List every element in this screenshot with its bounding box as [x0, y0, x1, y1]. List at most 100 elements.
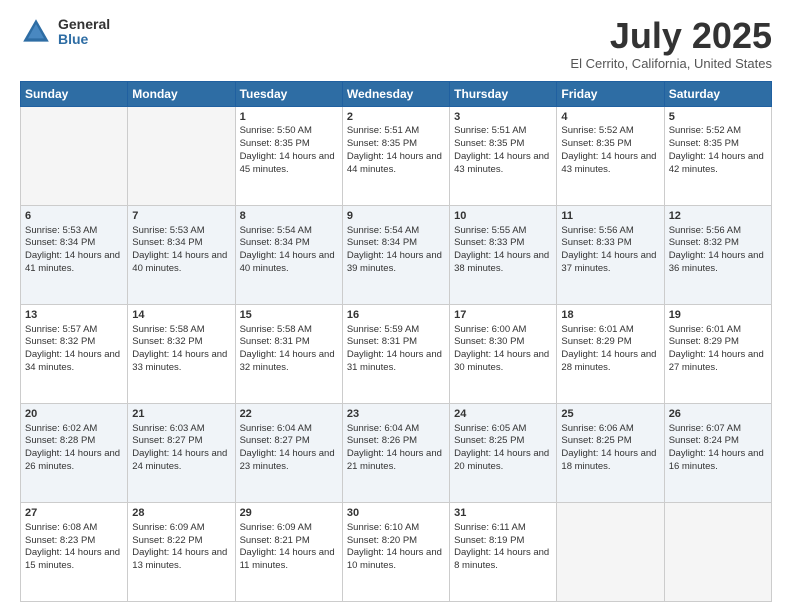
sunset-text: Sunset: 8:24 PM [669, 435, 739, 446]
daylight-text: Daylight: 14 hours and 34 minutes. [25, 349, 120, 373]
logo-blue-label: Blue [58, 32, 110, 47]
calendar-cell: 22Sunrise: 6:04 AMSunset: 8:27 PMDayligh… [235, 403, 342, 502]
sunset-text: Sunset: 8:35 PM [561, 138, 631, 149]
sunrise-text: Sunrise: 6:09 AM [132, 522, 204, 533]
sunset-text: Sunset: 8:34 PM [25, 237, 95, 248]
sunset-text: Sunset: 8:30 PM [454, 336, 524, 347]
sunset-text: Sunset: 8:33 PM [561, 237, 631, 248]
calendar-cell: 6Sunrise: 5:53 AMSunset: 8:34 PMDaylight… [21, 205, 128, 304]
sunrise-text: Sunrise: 5:56 AM [669, 225, 741, 236]
calendar-cell [664, 502, 771, 601]
sunset-text: Sunset: 8:25 PM [561, 435, 631, 446]
sunset-text: Sunset: 8:25 PM [454, 435, 524, 446]
calendar-cell: 8Sunrise: 5:54 AMSunset: 8:34 PMDaylight… [235, 205, 342, 304]
calendar-cell: 5Sunrise: 5:52 AMSunset: 8:35 PMDaylight… [664, 106, 771, 205]
day-number: 6 [25, 209, 123, 224]
day-number: 24 [454, 407, 552, 422]
calendar-cell: 24Sunrise: 6:05 AMSunset: 8:25 PMDayligh… [450, 403, 557, 502]
day-number: 30 [347, 506, 445, 521]
calendar-cell: 9Sunrise: 5:54 AMSunset: 8:34 PMDaylight… [342, 205, 449, 304]
sunrise-text: Sunrise: 6:04 AM [240, 423, 312, 434]
day-number: 1 [240, 110, 338, 125]
daylight-text: Daylight: 14 hours and 16 minutes. [669, 448, 764, 472]
sunrise-text: Sunrise: 5:50 AM [240, 125, 312, 136]
calendar-cell: 15Sunrise: 5:58 AMSunset: 8:31 PMDayligh… [235, 304, 342, 403]
day-number: 8 [240, 209, 338, 224]
calendar-cell [557, 502, 664, 601]
daylight-text: Daylight: 14 hours and 8 minutes. [454, 547, 549, 571]
sunrise-text: Sunrise: 6:10 AM [347, 522, 419, 533]
calendar-week-1: 1Sunrise: 5:50 AM Sunset: 8:35 PM Daylight… [21, 106, 772, 205]
calendar-week-5: 27Sunrise: 6:08 AMSunset: 8:23 PMDayligh… [21, 502, 772, 601]
daylight-text: Daylight: 14 hours and 10 minutes. [347, 547, 442, 571]
calendar-week-2: 6 Sunrise: 5:53 AM Sunset: 8:34 PM Daylight… [21, 205, 772, 304]
daylight-text: Daylight: 14 hours and 43 minutes. [561, 151, 656, 175]
sunrise-text: Sunrise: 5:51 AM [454, 125, 526, 136]
sunrise-text: Sunrise: 5:53 AM [132, 225, 204, 236]
day-number: 3 [454, 110, 552, 125]
calendar-cell: 27Sunrise: 6:08 AMSunset: 8:23 PMDayligh… [21, 502, 128, 601]
day-number: 5 [669, 110, 767, 125]
sunset-text: Sunset: 8:20 PM [347, 535, 417, 546]
calendar-cell: 19Sunrise: 6:01 AMSunset: 8:29 PMDayligh… [664, 304, 771, 403]
sunset-text: Sunset: 8:27 PM [240, 435, 310, 446]
sunset-text: Sunset: 8:35 PM [347, 138, 417, 149]
daylight-text: Daylight: 14 hours and 37 minutes. [561, 250, 656, 274]
day-number: 29 [240, 506, 338, 521]
daylight-text: Daylight: 14 hours and 33 minutes. [132, 349, 227, 373]
day-number: 11 [561, 209, 659, 224]
logo-icon [20, 16, 52, 48]
day-number: 19 [669, 308, 767, 323]
calendar-cell: 17Sunrise: 6:00 AMSunset: 8:30 PMDayligh… [450, 304, 557, 403]
sunrise-text: Sunrise: 6:00 AM [454, 324, 526, 335]
col-header-wednesday: Wednesday [342, 81, 449, 106]
sunrise-text: Sunrise: 6:11 AM [454, 522, 526, 533]
daylight-text: Daylight: 14 hours and 30 minutes. [454, 349, 549, 373]
calendar-location: El Cerrito, California, United States [570, 56, 772, 71]
daylight-text: Daylight: 14 hours and 21 minutes. [347, 448, 442, 472]
sunrise-text: Sunrise: 6:01 AM [561, 324, 633, 335]
sunset-text: Sunset: 8:35 PM [454, 138, 524, 149]
col-header-sunday: Sunday [21, 81, 128, 106]
daylight-text: Daylight: 14 hours and 15 minutes. [25, 547, 120, 571]
sunset-text: Sunset: 8:27 PM [132, 435, 202, 446]
calendar-title: July 2025 [570, 16, 772, 56]
calendar-cell [21, 106, 128, 205]
sunrise-text: Sunrise: 6:07 AM [669, 423, 741, 434]
daylight-text: Daylight: 14 hours and 45 minutes. [240, 151, 335, 175]
calendar-cell: 21Sunrise: 6:03 AMSunset: 8:27 PMDayligh… [128, 403, 235, 502]
sunset-text: Sunset: 8:23 PM [25, 535, 95, 546]
daylight-text: Daylight: 14 hours and 20 minutes. [454, 448, 549, 472]
calendar-cell: 3Sunrise: 5:51 AMSunset: 8:35 PMDaylight… [450, 106, 557, 205]
calendar-week-4: 20Sunrise: 6:02 AMSunset: 8:28 PMDayligh… [21, 403, 772, 502]
calendar-cell [128, 106, 235, 205]
calendar-cell: 14Sunrise: 5:58 AMSunset: 8:32 PMDayligh… [128, 304, 235, 403]
day-number: 10 [454, 209, 552, 224]
daylight-text: Daylight: 14 hours and 11 minutes. [240, 547, 335, 571]
sunset-text: Sunset: 8:35 PM [669, 138, 739, 149]
title-block: July 2025 El Cerrito, California, United… [570, 16, 772, 71]
col-header-friday: Friday [557, 81, 664, 106]
sunrise-text: Sunrise: 5:54 AM [347, 225, 419, 236]
calendar-cell: 20Sunrise: 6:02 AMSunset: 8:28 PMDayligh… [21, 403, 128, 502]
day-number: 27 [25, 506, 123, 521]
sunset-text: Sunset: 8:26 PM [347, 435, 417, 446]
calendar-cell: 25Sunrise: 6:06 AMSunset: 8:25 PMDayligh… [557, 403, 664, 502]
sunset-text: Sunset: 8:28 PM [25, 435, 95, 446]
daylight-text: Daylight: 14 hours and 26 minutes. [25, 448, 120, 472]
daylight-text: Daylight: 14 hours and 31 minutes. [347, 349, 442, 373]
sunset-text: Sunset: 8:32 PM [669, 237, 739, 248]
day-number: 13 [25, 308, 123, 323]
calendar-cell: 23Sunrise: 6:04 AMSunset: 8:26 PMDayligh… [342, 403, 449, 502]
sunrise-text: Sunrise: 5:56 AM [561, 225, 633, 236]
calendar-cell: 26Sunrise: 6:07 AMSunset: 8:24 PMDayligh… [664, 403, 771, 502]
sunrise-text: Sunrise: 5:58 AM [240, 324, 312, 335]
sunrise-text: Sunrise: 5:57 AM [25, 324, 97, 335]
day-number: 18 [561, 308, 659, 323]
col-header-monday: Monday [128, 81, 235, 106]
sunset-text: Sunset: 8:32 PM [25, 336, 95, 347]
daylight-text: Daylight: 14 hours and 24 minutes. [132, 448, 227, 472]
calendar-cell: 16Sunrise: 5:59 AMSunset: 8:31 PMDayligh… [342, 304, 449, 403]
sunrise-text: Sunrise: 5:55 AM [454, 225, 526, 236]
day-number: 23 [347, 407, 445, 422]
